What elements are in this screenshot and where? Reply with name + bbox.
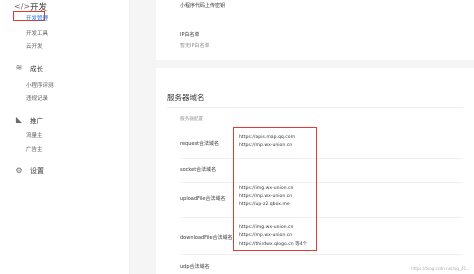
sidebar-item-evaluation[interactable]: 小程序评测	[26, 81, 54, 89]
nav-group-settings[interactable]: ⚙ 设置	[14, 164, 44, 178]
upper-panel: 小程序代码上传密钥 IP白名单 暂无IP白名单	[156, 0, 474, 68]
nav-group-growth[interactable]: ≋ 成长	[14, 61, 43, 75]
nav-group-title: 推广	[30, 117, 43, 125]
domain-entry: https://up-z2.qbox.me	[239, 202, 290, 207]
uploadfile-domain-label: uploadFile合法域名	[180, 196, 226, 202]
request-domain-label: request合法域名	[180, 141, 220, 147]
growth-icon: ≋	[15, 63, 23, 72]
nav-group-title: 设置	[30, 167, 44, 175]
domain-entry: https://mp.wx-union.cn	[239, 233, 293, 238]
sidebar-item-dev-management[interactable]: 开发管理	[26, 14, 48, 22]
domain-entry: https://apis.map.qq.com	[239, 135, 296, 140]
downloadfile-domain-label: downloadFile合法域名	[180, 235, 233, 241]
socket-domain-label: socket合法域名	[180, 167, 217, 173]
upload-key-label: 小程序代码上传密钥	[180, 3, 226, 9]
section-title: 服务器域名	[167, 93, 205, 102]
domain-entry: https://img.wx-union.cn	[239, 186, 294, 191]
sidebar-item-traffic-owner[interactable]: 流量主	[26, 131, 43, 139]
divider	[180, 217, 463, 218]
domain-entry: https://img.wx-union.cn	[239, 225, 294, 230]
main-content: 小程序代码上传密钥 IP白名单 暂无IP白名单 服务器域名 服务器配置 requ…	[156, 0, 474, 274]
promotion-icon: ◣	[15, 115, 23, 124]
domain-entry: https://mp.wx-union.cn	[239, 143, 293, 148]
ip-whitelist-label: IP白名单	[180, 32, 200, 38]
domain-entry: https://mp.wx-union.cn	[239, 194, 293, 199]
sidebar-item-dev-tools[interactable]: 开发工具	[26, 29, 48, 37]
sidebar-item-violations[interactable]: 违规记录	[26, 94, 48, 102]
sidebar-item-advertiser[interactable]: 广告主	[26, 145, 43, 153]
divider	[180, 254, 463, 255]
nav-group-title: 成长	[30, 65, 43, 73]
divider	[180, 158, 463, 159]
divider	[180, 182, 463, 183]
watermark: https://blog.csdn.net/qq_41...	[411, 266, 470, 271]
udp-domain-label: udp合法域名	[180, 264, 210, 270]
sidebar: </> 开发 开发管理 开发工具 云开发 ≋ 成长 小程序评测 违规记录 ◣ 推…	[0, 0, 130, 274]
domain-entry: https://thirdwx.qlogo.cn 等4个	[239, 242, 308, 247]
section-subtitle: 服务器配置	[180, 117, 203, 122]
nav-group-promotion[interactable]: ◣ 推广	[14, 113, 43, 127]
divider	[167, 107, 463, 108]
ip-whitelist-value: 暂无IP白名单	[180, 43, 210, 49]
gear-icon: ⚙	[15, 166, 23, 175]
sidebar-item-cloud-dev[interactable]: 云开发	[26, 42, 43, 50]
